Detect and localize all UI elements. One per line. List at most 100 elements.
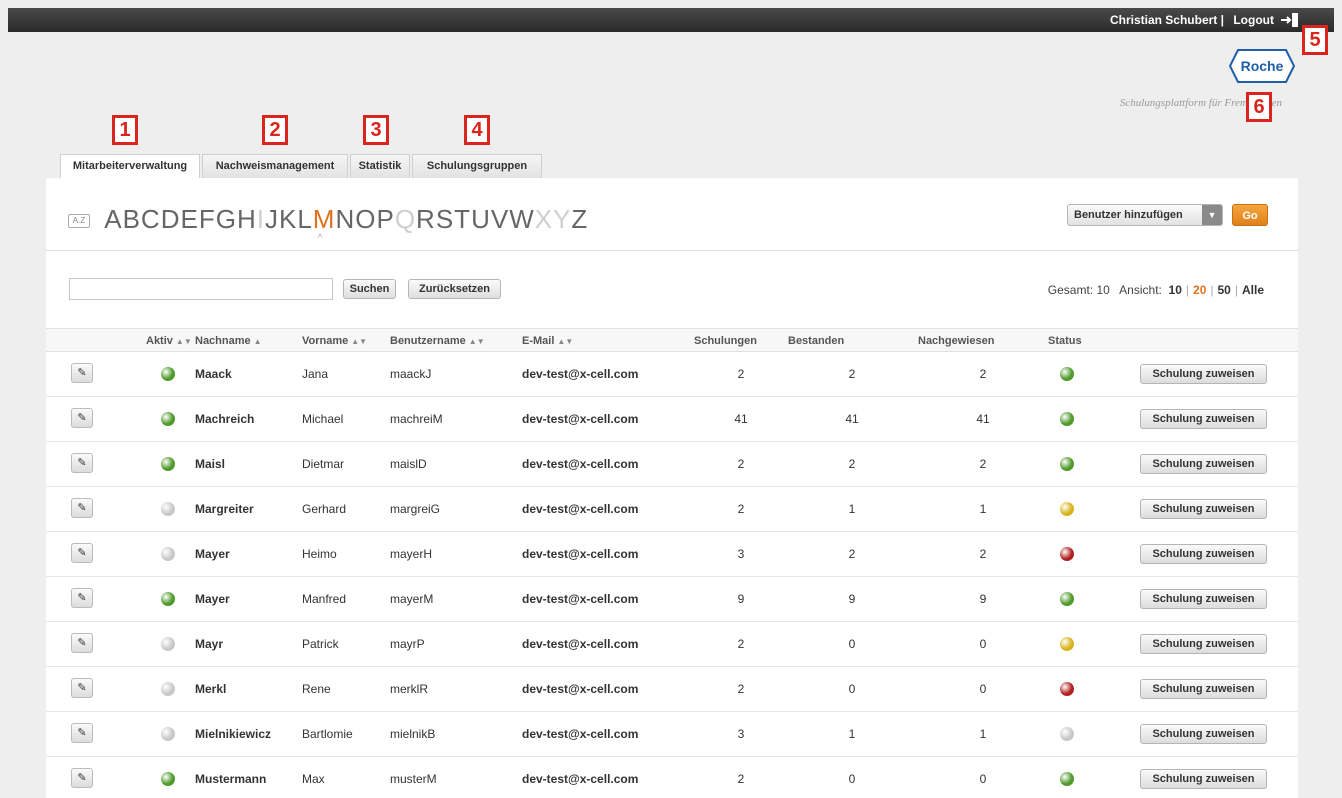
pager-option-50[interactable]: 50 — [1218, 283, 1231, 297]
alphabet-letter-e[interactable]: E — [180, 204, 198, 235]
alphabet-letter-q: Q — [394, 204, 417, 234]
cell-email[interactable]: dev-test@x-cell.com — [522, 772, 638, 786]
alphabet-letter-v[interactable]: V — [491, 204, 509, 235]
current-user: Christian Schubert | — [1109, 13, 1224, 27]
reset-button[interactable]: Zurücksetzen — [408, 279, 501, 299]
alphabet-letter-l[interactable]: L — [297, 204, 312, 235]
cell-schulungen: 2 — [737, 457, 745, 471]
cell-email[interactable]: dev-test@x-cell.com — [522, 457, 638, 471]
alphabet-letter-h[interactable]: H — [237, 204, 257, 235]
cell-nachname: Mielnikiewicz — [195, 727, 272, 741]
alphabet-letter-i: I — [256, 204, 265, 234]
alphabet-letter-z[interactable]: Z — [571, 204, 588, 235]
edit-icon[interactable]: ✎ — [71, 498, 93, 518]
alphabet-letter-n[interactable]: N — [335, 204, 355, 235]
cell-vorname: Heimo — [302, 547, 337, 561]
alphabet-letter-s[interactable]: S — [436, 204, 454, 235]
cell-nachname: Mustermann — [195, 772, 267, 786]
status-indicator — [1060, 457, 1074, 471]
assign-training-button[interactable]: Schulung zuweisen — [1140, 499, 1267, 519]
alphabet-letter-g[interactable]: G — [216, 204, 237, 235]
cell-vorname: Rene — [302, 682, 331, 696]
assign-training-button[interactable]: Schulung zuweisen — [1140, 769, 1267, 789]
assign-training-button[interactable]: Schulung zuweisen — [1140, 364, 1267, 384]
pager-option-20[interactable]: 20 — [1193, 283, 1206, 297]
edit-icon[interactable]: ✎ — [71, 588, 93, 608]
cell-benutzername: mayerH — [390, 547, 433, 561]
alphabet-letter-b[interactable]: B — [123, 204, 141, 235]
col-aktiv[interactable]: Aktiv ▲▼ — [146, 335, 192, 347]
alphabet-letter-t[interactable]: T — [454, 204, 471, 235]
cell-email[interactable]: dev-test@x-cell.com — [522, 682, 638, 696]
cell-email[interactable]: dev-test@x-cell.com — [522, 547, 638, 561]
cell-nachgewiesen: 2 — [979, 457, 987, 471]
alphabet-letter-k[interactable]: K — [279, 204, 297, 235]
cell-email[interactable]: dev-test@x-cell.com — [522, 502, 638, 516]
edit-icon[interactable]: ✎ — [71, 363, 93, 383]
table-row: ✎ Merkl Rene merklR dev-test@x-cell.com 2 0 0 Sc… — [46, 667, 1298, 712]
alphabet-letter-u[interactable]: U — [471, 204, 491, 235]
pager-option-all[interactable]: Alle — [1242, 283, 1264, 297]
assign-training-button[interactable]: Schulung zuweisen — [1140, 589, 1267, 609]
alphabet-letter-x: X — [534, 204, 554, 234]
status-indicator — [1060, 637, 1074, 651]
edit-icon[interactable]: ✎ — [71, 408, 93, 428]
edit-icon[interactable]: ✎ — [71, 723, 93, 743]
cell-nachname: Merkl — [195, 682, 227, 696]
tab-nachweismanagement[interactable]: Nachweismanagement — [202, 154, 348, 178]
assign-training-button[interactable]: Schulung zuweisen — [1140, 724, 1267, 744]
col-benutzername[interactable]: Benutzername ▲▼ — [390, 335, 485, 347]
cell-schulungen: 2 — [737, 682, 745, 696]
status-indicator — [1060, 502, 1074, 516]
cell-email[interactable]: dev-test@x-cell.com — [522, 727, 638, 741]
edit-icon[interactable]: ✎ — [71, 678, 93, 698]
alphabet-letter-d[interactable]: D — [161, 204, 181, 235]
assign-training-button[interactable]: Schulung zuweisen — [1140, 454, 1267, 474]
active-indicator — [161, 592, 175, 606]
cell-bestanden: 9 — [848, 592, 856, 606]
assign-training-button[interactable]: Schulung zuweisen — [1140, 544, 1267, 564]
tab-statistik[interactable]: Statistik — [350, 154, 410, 178]
go-button[interactable]: Go — [1232, 204, 1268, 226]
cell-nachname: Mayer — [195, 592, 230, 606]
roche-logo: Roche — [1228, 49, 1296, 83]
edit-icon[interactable]: ✎ — [71, 768, 93, 788]
add-user-select[interactable]: Benutzer hinzufügen ▼ — [1067, 204, 1223, 226]
search-input[interactable] — [69, 278, 333, 300]
cell-email[interactable]: dev-test@x-cell.com — [522, 637, 638, 651]
alphabet-letter-p[interactable]: P — [376, 204, 394, 235]
logout-link[interactable]: Logout — [1233, 13, 1274, 27]
alphabet-letter-o[interactable]: O — [355, 204, 376, 235]
alphabet-letter-w[interactable]: W — [509, 204, 535, 235]
cell-bestanden: 2 — [848, 457, 856, 471]
logout-icon[interactable] — [1280, 12, 1300, 28]
assign-training-button[interactable]: Schulung zuweisen — [1140, 679, 1267, 699]
col-nachname[interactable]: Nachname ▲ — [195, 335, 262, 347]
chevron-down-icon[interactable]: ▼ — [1202, 205, 1222, 225]
alphabet-letter-m[interactable]: M ^ — [313, 204, 336, 244]
alphabet-letter-r[interactable]: R — [416, 204, 436, 235]
cell-nachgewiesen: 0 — [979, 772, 987, 786]
cell-email[interactable]: dev-test@x-cell.com — [522, 412, 638, 426]
edit-icon[interactable]: ✎ — [71, 543, 93, 563]
cell-email[interactable]: dev-test@x-cell.com — [522, 592, 638, 606]
cell-email[interactable]: dev-test@x-cell.com — [522, 367, 638, 381]
edit-icon[interactable]: ✎ — [71, 453, 93, 473]
col-vorname[interactable]: Vorname ▲▼ — [302, 335, 367, 347]
cell-schulungen: 3 — [737, 727, 745, 741]
alphabet-letter-c[interactable]: C — [141, 204, 161, 235]
assign-training-button[interactable]: Schulung zuweisen — [1140, 409, 1267, 429]
col-email[interactable]: E-Mail ▲▼ — [522, 335, 573, 347]
tab-mitarbeiterverwaltung[interactable]: Mitarbeiterverwaltung — [60, 154, 200, 179]
tab-schulungsgruppen[interactable]: Schulungsgruppen — [412, 154, 542, 178]
alphabet-letter-f[interactable]: F — [199, 204, 216, 235]
col-nachgewiesen: Nachgewiesen — [918, 335, 995, 347]
assign-training-button[interactable]: Schulung zuweisen — [1140, 634, 1267, 654]
edit-icon[interactable]: ✎ — [71, 633, 93, 653]
alphabet-letter-a[interactable]: A — [104, 204, 122, 235]
pager-option-10[interactable]: 10 — [1169, 283, 1182, 297]
alphabet-letter-j[interactable]: J — [265, 204, 279, 235]
az-icon[interactable]: A.Z — [68, 214, 90, 229]
search-button[interactable]: Suchen — [343, 279, 396, 299]
cell-benutzername: mayerM — [390, 592, 434, 606]
